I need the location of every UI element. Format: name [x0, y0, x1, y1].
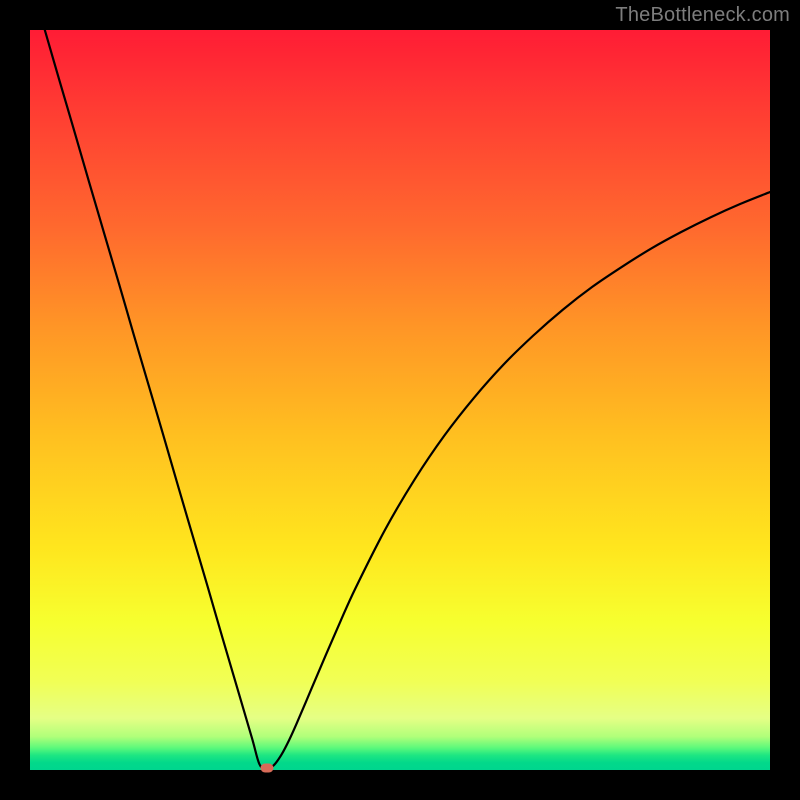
bottleneck-curve: [30, 30, 770, 770]
optimal-point-marker: [260, 764, 273, 773]
watermark-text: TheBottleneck.com: [615, 4, 790, 27]
plot-area: [30, 30, 770, 770]
chart-frame: TheBottleneck.com: [0, 0, 800, 800]
